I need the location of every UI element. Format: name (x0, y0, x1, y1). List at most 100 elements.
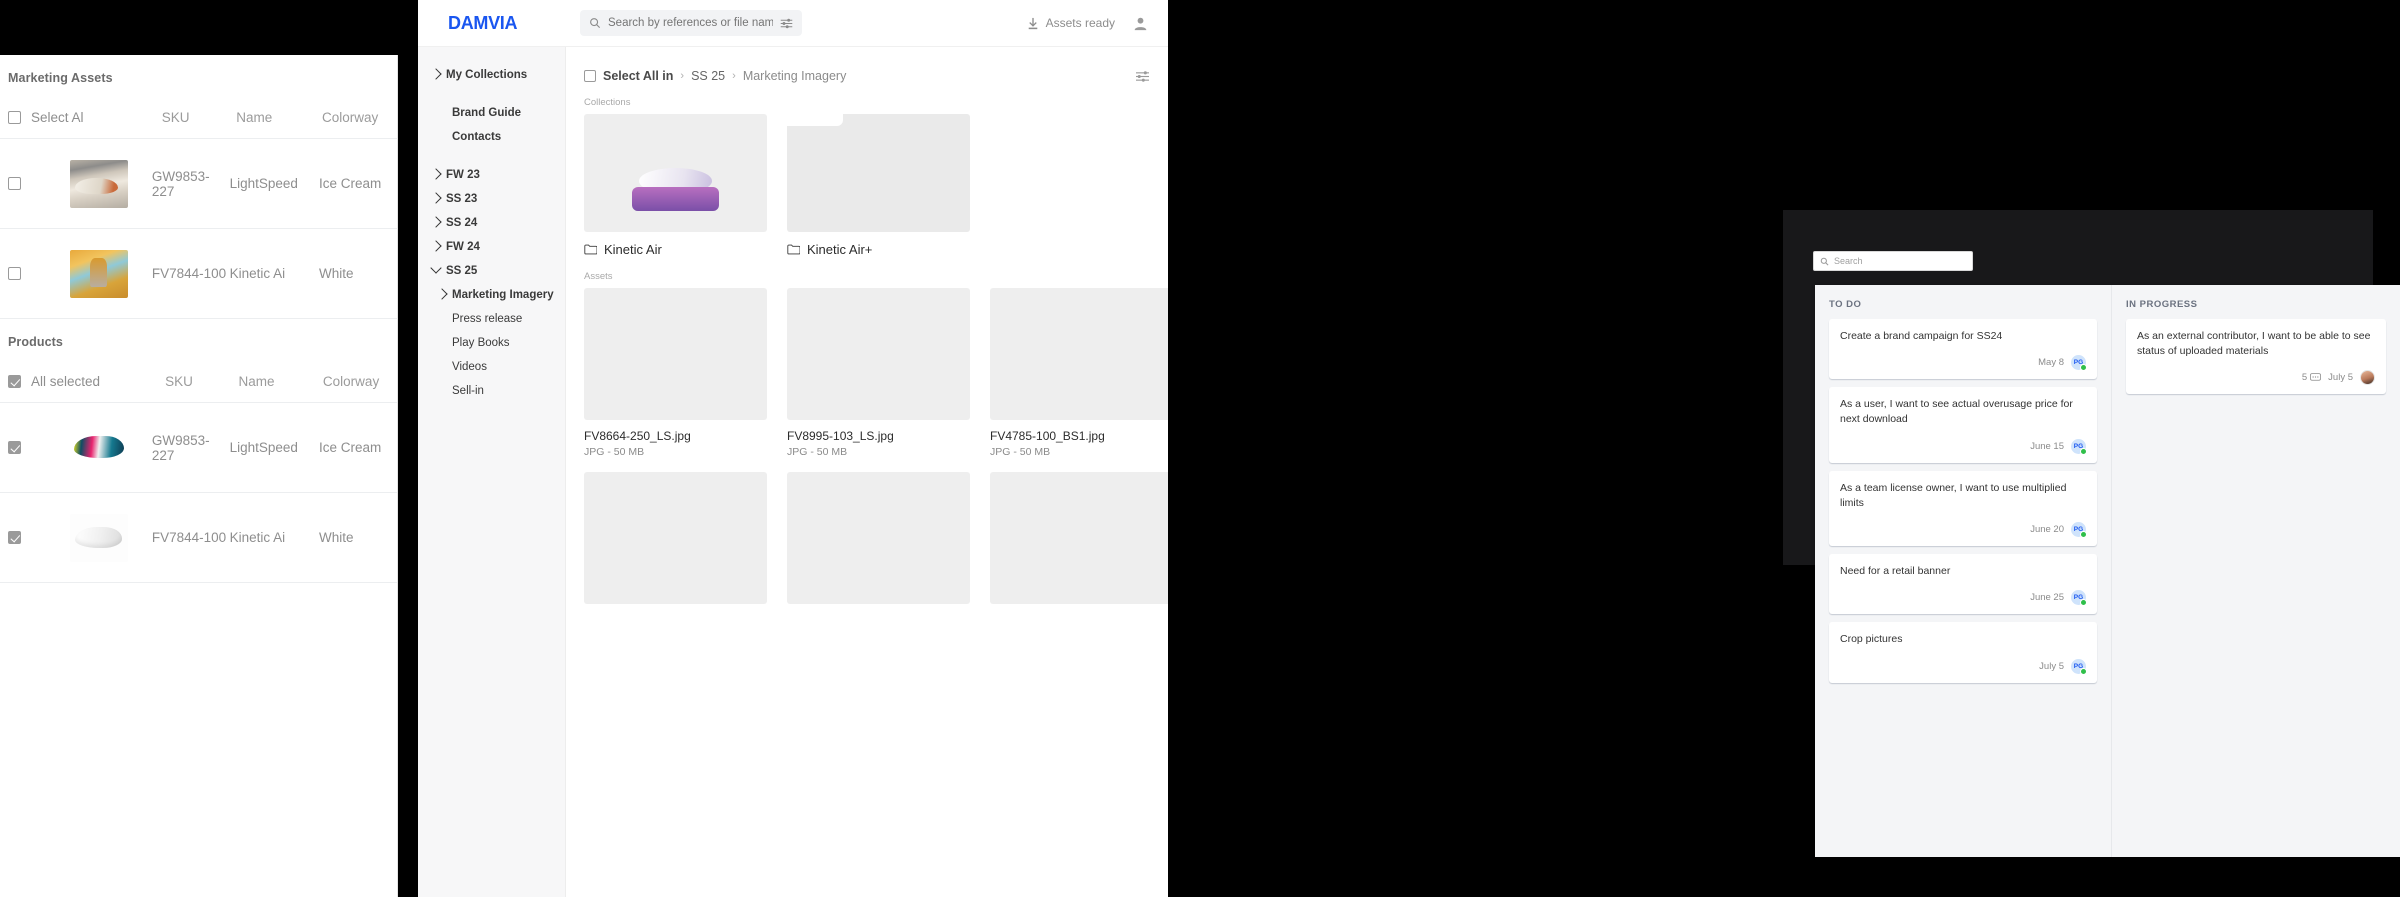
table-row[interactable]: GW9853-227 LightSpeed Ice Cream (0, 403, 397, 493)
chevron-none-icon (436, 360, 447, 371)
folder-icon (787, 244, 800, 255)
kanban-search-box[interactable]: Search (1813, 251, 1973, 271)
sidebar-item-contacts[interactable]: Contacts (432, 125, 565, 149)
row-select-cell[interactable] (8, 177, 70, 190)
filter-sliders-icon[interactable] (780, 17, 793, 30)
sidebar-item-my-collections[interactable]: My Collections (430, 63, 565, 87)
row-checkbox[interactable] (8, 531, 21, 544)
kanban-card[interactable]: Crop pictures July 5 PG (1829, 622, 2097, 683)
section-title: Products (8, 335, 63, 349)
asset-thumbnail (990, 472, 1168, 604)
select-all-label: Select Al (31, 110, 84, 125)
asset-thumbnail (584, 288, 767, 420)
row-checkbox[interactable] (8, 441, 21, 454)
table-row[interactable]: FV7844-100 Kinetic Ai White (0, 229, 397, 319)
chevron-down-icon (430, 262, 442, 274)
table-row[interactable]: FV7844-100 Kinetic Ai White (0, 493, 397, 583)
kanban-card[interactable]: As an external contributor, I want to be… (2126, 319, 2386, 395)
chevron-none-icon (436, 312, 447, 323)
chevron-right-icon (436, 288, 448, 300)
asset-card[interactable]: FV8995-103_LS.jpg JPG - 50 MB (787, 288, 970, 458)
cell-name: LightSpeed (229, 440, 298, 455)
select-all-label[interactable]: Select All in (603, 69, 673, 83)
sidebar-item-fw-24[interactable]: FW 24 (430, 235, 565, 259)
sidebar-item-ss-25[interactable]: SS 25 (430, 259, 565, 283)
breadcrumb-crumb-marketing-imagery[interactable]: Marketing Imagery (743, 69, 847, 83)
assets-grid-row-1: FV8664-250_LS.jpg JPG - 50 MB FV8995-103_L… (584, 288, 1168, 458)
sidebar-item-label: SS 24 (446, 217, 478, 229)
column-header-sku: SKU (161, 110, 190, 125)
group-label-collections: Collections (584, 97, 631, 108)
kanban-card[interactable]: Create a brand campaign for SS24 May 8 PG (1829, 319, 2097, 380)
row-checkbox[interactable] (8, 267, 21, 280)
search-box[interactable] (580, 10, 802, 36)
asset-card[interactable] (990, 472, 1168, 604)
asset-card[interactable]: FV4785-100_BS1.jpg JPG - 50 MB (990, 288, 1168, 458)
assignee-avatar[interactable] (2360, 370, 2375, 386)
asset-card[interactable] (787, 472, 970, 604)
damvia-app: DAMVIA Search by references or file name… (418, 0, 1168, 897)
chevron-right-icon (430, 240, 442, 252)
sidebar-item-ss-24[interactable]: SS 24 (430, 211, 565, 235)
comment-count-value: 5 (2301, 372, 2308, 384)
assignee-avatar[interactable]: PG (2071, 522, 2087, 539)
sidebar-item-label: SS 25 (446, 265, 478, 277)
kanban-card-date: June 20 (2030, 524, 2064, 536)
assignee-avatar[interactable]: PG (2071, 658, 2087, 675)
damvia-logo[interactable]: DAMVIA (432, 13, 562, 34)
chevron-none-icon (436, 336, 447, 347)
sidebar-item-brand-guide[interactable]: Brand Guide (432, 101, 565, 125)
search-icon (590, 18, 601, 29)
assignee-avatar[interactable]: PG (2071, 590, 2087, 607)
asset-thumbnail (787, 472, 970, 604)
sidebar-item-sell-in[interactable]: Sell-in (432, 379, 565, 403)
app-body: My Collections Brand Guide Contacts FW 23 SS… (418, 47, 1168, 897)
kanban-card-date: July 5 (2328, 372, 2353, 384)
content-area: Select All in › SS 25 › Marketing Imager… (566, 47, 1168, 897)
select-all-cell[interactable]: Select Al (8, 110, 84, 125)
assignee-avatar[interactable]: PG (2071, 438, 2087, 455)
select-all-cell[interactable]: All selected (8, 374, 100, 389)
comment-count: 5 (2301, 372, 2322, 384)
sidebar-item-ss-23[interactable]: SS 23 (430, 187, 565, 211)
sidebar-item-label: SS 23 (446, 193, 478, 205)
asset-meta: JPG - 50 MB (787, 446, 848, 458)
collection-name: Kinetic Air (604, 242, 662, 257)
kanban-card[interactable]: As a team license owner, I want to use m… (1829, 470, 2097, 547)
assignee-avatar[interactable]: PG (2071, 355, 2087, 372)
user-avatar-icon[interactable] (1133, 16, 1148, 31)
collection-card[interactable]: Kinetic Air+ (787, 114, 970, 257)
sidebar-item-label: My Collections (446, 69, 528, 81)
collection-card[interactable]: Kinetic Air (584, 114, 767, 257)
asset-card[interactable]: FV8664-250_LS.jpg JPG - 50 MB (584, 288, 767, 458)
assets-ready-label: Assets ready (1045, 16, 1115, 30)
left-table-panel: Marketing Assets Select Al SKU Name Colorway… (0, 55, 398, 897)
asset-meta: JPG - 50 MB (990, 446, 1051, 458)
search-input[interactable] (608, 17, 773, 29)
kanban-card-title: As an external contributor, I want to be… (2137, 330, 2371, 358)
sidebar-item-marketing-imagery[interactable]: Marketing Imagery (432, 283, 565, 307)
select-all-checkbox[interactable] (8, 111, 21, 124)
sidebar-item-play-books[interactable]: Play Books (432, 331, 565, 355)
kanban-card[interactable]: As a user, I want to see actual overusag… (1829, 387, 2097, 463)
select-all-checkbox[interactable] (8, 375, 21, 388)
kanban-card[interactable]: Need for a retail banner June 25 PG (1829, 554, 2097, 615)
row-select-cell[interactable] (8, 441, 70, 454)
sidebar-item-press-release[interactable]: Press release (432, 307, 565, 331)
assets-grid-row-2 (584, 472, 1168, 604)
row-checkbox[interactable] (8, 177, 21, 190)
collections-grid: Kinetic Air Kinetic Air+ (584, 114, 1150, 257)
breadcrumb-crumb-ss25[interactable]: SS 25 (691, 69, 725, 83)
select-all-checkbox[interactable] (584, 70, 596, 82)
table-row[interactable]: GW9853-227 LightSpeed Ice Cream (0, 139, 397, 229)
asset-card[interactable] (584, 472, 767, 604)
assets-ready-button[interactable]: Assets ready (1027, 16, 1115, 30)
sidebar-item-fw-23[interactable]: FW 23 (430, 163, 565, 187)
row-select-cell[interactable] (8, 531, 70, 544)
sidebar-item-videos[interactable]: Videos (432, 355, 565, 379)
row-select-cell[interactable] (8, 267, 70, 280)
breadcrumb-separator-2: › (732, 70, 736, 82)
view-options-icon[interactable] (1135, 70, 1150, 83)
kanban-card-title: Crop pictures (1840, 633, 1903, 646)
